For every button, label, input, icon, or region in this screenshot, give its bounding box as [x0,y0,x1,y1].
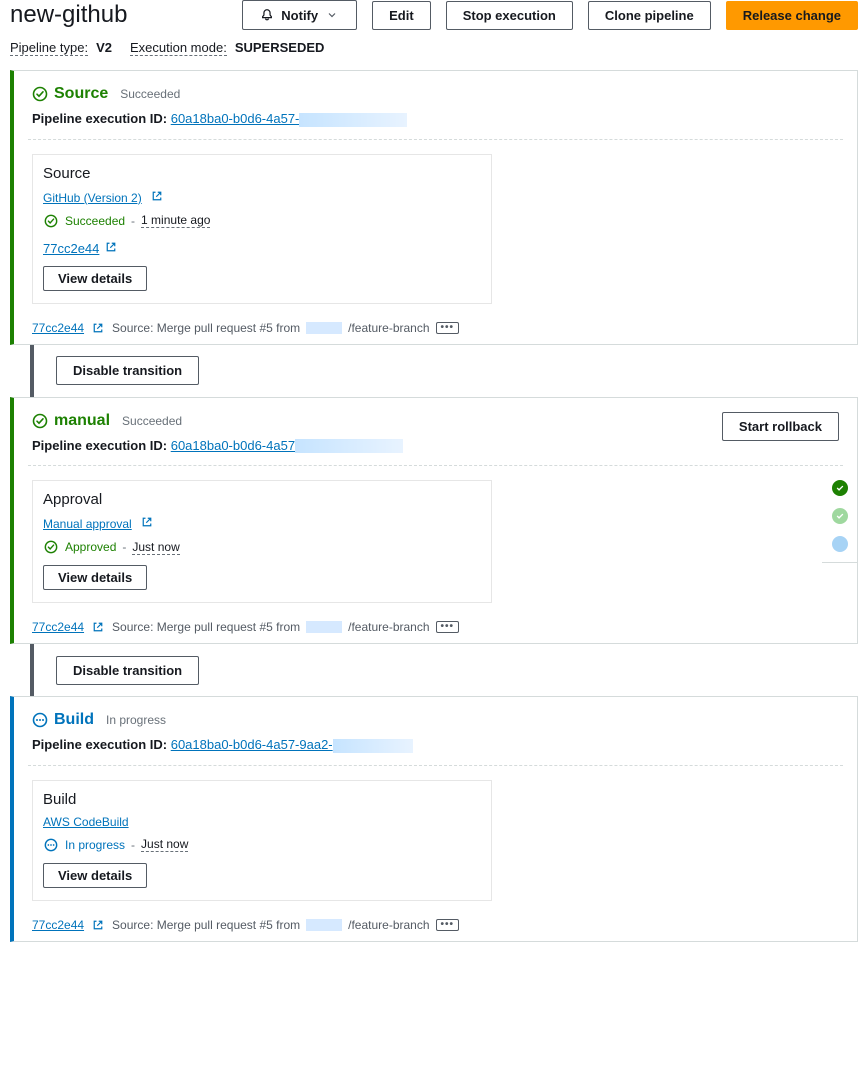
transition-band: Disable transition [10,345,858,397]
stage-manual: manual Succeeded Pipeline execution ID: … [10,397,858,645]
action-status: Succeeded [65,214,125,228]
check-circle-icon [43,539,59,555]
more-button[interactable]: ••• [436,621,460,633]
status-dot-success[interactable] [832,480,848,496]
status-rail [822,480,858,563]
external-link-icon [103,239,119,255]
status-dot-success-alt[interactable] [832,508,848,524]
page-title: new-github [10,1,127,29]
stage-name: Build [54,711,94,729]
action-timestamp: 1 minute ago [141,213,210,228]
action-provider-link[interactable]: Manual approval [43,517,132,531]
exec-id-mask [295,439,403,453]
check-circle-icon [32,413,48,429]
action-name: Source [43,165,481,182]
action-card: Source GitHub (Version 2) Succeeded - 1 … [32,154,492,304]
exec-id-link[interactable]: 60a18ba0-b0d6-4a57 [171,438,295,453]
bell-icon [259,7,275,23]
external-link-icon [139,514,155,530]
stage-status: Succeeded [120,87,180,101]
stage-source: Source Succeeded Pipeline execution ID: … [10,70,858,345]
view-details-button[interactable]: View details [43,863,147,888]
release-change-button[interactable]: Release change [726,1,858,30]
notify-label: Notify [281,8,318,23]
exec-id-link[interactable]: 60a18ba0-b0d6-4a57- [171,111,300,126]
stage-build: Build In progress Pipeline execution ID:… [10,696,858,942]
view-details-button[interactable]: View details [43,266,147,291]
disable-transition-button[interactable]: Disable transition [56,356,199,385]
commit-link[interactable]: 77cc2e44 [32,321,84,335]
action-status: In progress [65,838,125,852]
check-circle-icon [32,86,48,102]
check-circle-icon [43,213,59,229]
action-card: Approval Manual approval Approved - Just… [32,480,492,603]
exec-id-label: Pipeline execution ID: [32,111,167,126]
action-timestamp: Just now [141,837,188,852]
start-rollback-button[interactable]: Start rollback [722,412,839,441]
pipeline-type-value: V2 [96,40,112,55]
exec-id-link[interactable]: 60a18ba0-b0d6-4a57-9aa2- [171,737,333,752]
exec-mode-label: Execution mode: [130,40,227,56]
notify-button[interactable]: Notify [242,0,357,30]
commit-mask [306,919,342,931]
exec-id-label: Pipeline execution ID: [32,438,167,453]
in-progress-icon [43,837,59,853]
external-link-icon [90,917,106,933]
action-name: Approval [43,491,481,508]
stage-status: Succeeded [122,414,182,428]
exec-mode-value: SUPERSEDED [235,40,325,55]
in-progress-icon [32,712,48,728]
action-provider-link[interactable]: GitHub (Version 2) [43,191,142,205]
action-card: Build AWS CodeBuild In progress - Just n… [32,780,492,901]
commit-msg-prefix: Source: Merge pull request #5 from [112,918,300,932]
clone-pipeline-button[interactable]: Clone pipeline [588,1,711,30]
external-link-icon [149,188,165,204]
edit-button[interactable]: Edit [372,1,431,30]
action-status: Approved [65,540,116,554]
stop-execution-button[interactable]: Stop execution [446,1,573,30]
chevron-down-icon [324,7,340,23]
status-dot-inprogress[interactable] [832,536,848,552]
commit-msg-prefix: Source: Merge pull request #5 from [112,321,300,335]
disable-transition-button[interactable]: Disable transition [56,656,199,685]
commit-msg-suffix: /feature-branch [348,321,429,335]
exec-id-label: Pipeline execution ID: [32,737,167,752]
commit-mask [306,322,342,334]
stage-name: Source [54,85,108,103]
action-commit-link[interactable]: 77cc2e44 [43,241,99,256]
external-link-icon [90,619,106,635]
commit-mask [306,621,342,633]
stage-status: In progress [106,713,166,727]
action-timestamp: Just now [132,540,179,555]
commit-msg-suffix: /feature-branch [348,918,429,932]
action-provider-link[interactable]: AWS CodeBuild [43,815,129,829]
exec-id-mask [333,739,413,753]
transition-band: Disable transition [10,644,858,696]
more-button[interactable]: ••• [436,322,460,334]
transition-bar [30,644,34,696]
stage-name: manual [54,412,110,430]
commit-msg-prefix: Source: Merge pull request #5 from [112,620,300,634]
view-details-button[interactable]: View details [43,565,147,590]
more-button[interactable]: ••• [436,919,460,931]
action-name: Build [43,791,481,808]
exec-id-mask [299,113,407,127]
commit-link[interactable]: 77cc2e44 [32,918,84,932]
pipeline-type-label: Pipeline type: [10,40,88,56]
commit-link[interactable]: 77cc2e44 [32,620,84,634]
external-link-icon [90,320,106,336]
transition-bar [30,345,34,397]
commit-msg-suffix: /feature-branch [348,620,429,634]
